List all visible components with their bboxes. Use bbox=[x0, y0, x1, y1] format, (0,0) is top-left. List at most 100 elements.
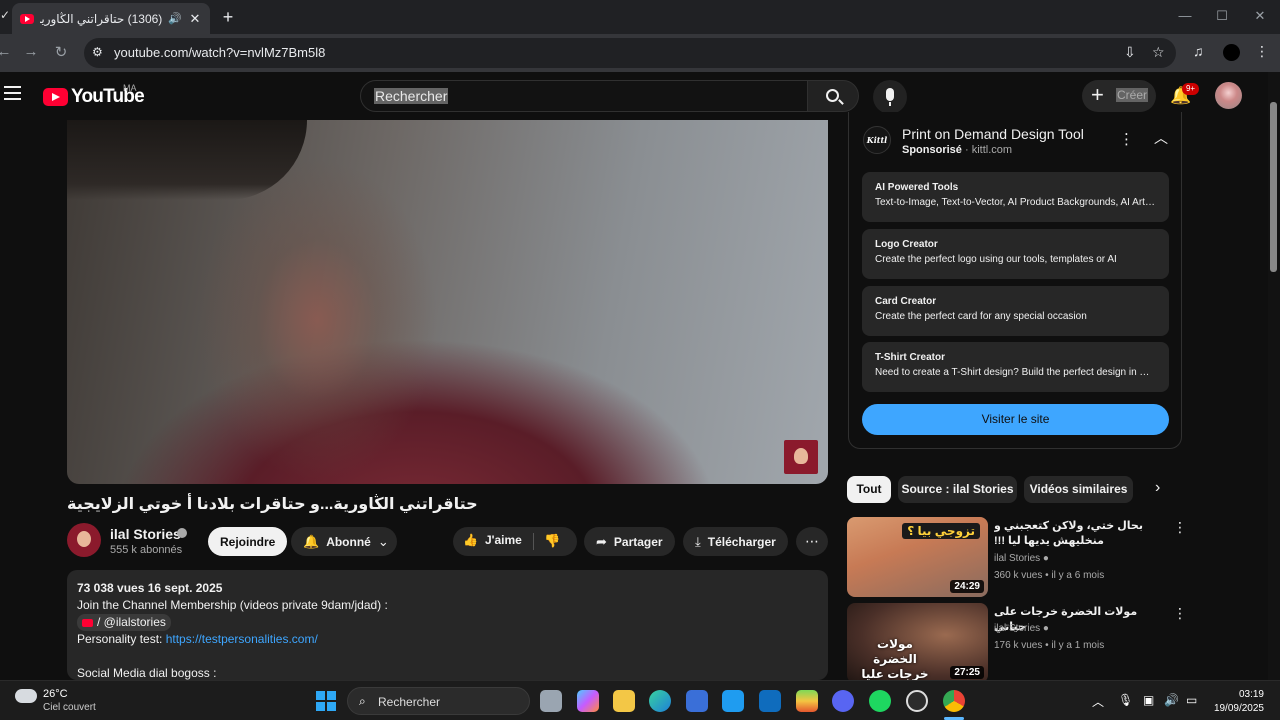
address-bar[interactable]: ⚙ youtube.com/watch?v=nvlMz7Bm5l8 ⇩ ☆ bbox=[84, 38, 1176, 68]
windows-start-icon[interactable] bbox=[316, 691, 336, 711]
personality-link[interactable]: https://testpersonalities.com/ bbox=[166, 632, 318, 646]
chip-all[interactable]: Tout bbox=[847, 476, 891, 503]
advertiser-logo[interactable]: Kittl bbox=[863, 126, 891, 154]
chrome-icon[interactable] bbox=[943, 690, 965, 712]
ad-card[interactable]: Card Creator Create the perfect card for… bbox=[862, 286, 1169, 336]
ad-title[interactable]: Print on Demand Design Tool bbox=[902, 126, 1084, 142]
related-video-meta: 176 k vues • il y a 1 mois bbox=[994, 640, 1105, 651]
more-actions-icon[interactable]: ⋯ bbox=[796, 527, 828, 556]
chevron-up-icon[interactable]: ︿ bbox=[1154, 128, 1168, 148]
share-button[interactable]: ➦ Partager bbox=[584, 527, 675, 556]
chrome-menu-icon[interactable]: ⋮ bbox=[1255, 43, 1269, 60]
verified-badge-icon: ● bbox=[1042, 553, 1049, 564]
voice-search-button[interactable] bbox=[873, 80, 907, 114]
video-more-icon[interactable]: ⋮ bbox=[1173, 605, 1187, 622]
share-label: Partager bbox=[613, 534, 663, 549]
download-button[interactable]: ⤓ Télécharger bbox=[683, 527, 788, 556]
new-tab-button[interactable]: + bbox=[218, 7, 238, 28]
video-thumbnail[interactable]: مولات الخضرة خرجات عليا 27:25 bbox=[847, 603, 988, 683]
related-video-item[interactable]: مولات الخضرة خرجات عليا 27:25 مولات الخض… bbox=[847, 603, 1187, 683]
system-clock[interactable]: 03:19 19/09/2025 bbox=[1212, 688, 1264, 716]
task-view-icon[interactable] bbox=[540, 690, 562, 712]
search-input[interactable]: Rechercher bbox=[360, 80, 808, 112]
browser-tab-active[interactable]: (1306) حتاقراتني الڭاورية...و حتاقرات بل… bbox=[12, 3, 210, 34]
related-channel-name[interactable]: ilal Stories ● bbox=[994, 553, 1049, 564]
video-player[interactable] bbox=[67, 120, 828, 484]
subscribed-button[interactable]: 🔔 Abonné ⌄ bbox=[291, 527, 397, 556]
volume-icon[interactable]: 🔊 bbox=[1164, 693, 1179, 707]
minimize-button[interactable]: — bbox=[1175, 8, 1195, 23]
media-control-icon[interactable]: ♫ bbox=[1193, 43, 1204, 59]
bookmark-star-icon[interactable]: ☆ bbox=[1152, 44, 1165, 61]
audio-playing-icon[interactable]: 🔊 bbox=[168, 12, 182, 25]
reload-icon[interactable]: ↻ bbox=[51, 43, 71, 61]
forward-arrow-icon[interactable]: → bbox=[21, 43, 41, 60]
related-video-title[interactable]: بحال ختي، ولاكن كتعجبني و منخليهش يديها … bbox=[994, 519, 1164, 549]
video-more-icon[interactable]: ⋮ bbox=[1173, 519, 1187, 536]
search-icon bbox=[826, 89, 839, 102]
weather-description[interactable]: Ciel couvert bbox=[43, 702, 96, 713]
thumbnail-caption: تزوجي بيا ؟ bbox=[902, 523, 980, 539]
site-info-icon[interactable]: ⚙ bbox=[92, 45, 103, 59]
thumbs-down-icon[interactable]: 👎 bbox=[544, 533, 560, 549]
tab-search-icon[interactable]: ✓ bbox=[0, 8, 10, 26]
vscode-icon[interactable] bbox=[722, 690, 744, 712]
ad-card[interactable]: AI Powered Tools Text-to-Image, Text-to-… bbox=[862, 172, 1169, 222]
edge-browser-icon[interactable] bbox=[649, 690, 671, 712]
create-label: Créer bbox=[1116, 88, 1149, 102]
ad-more-icon[interactable]: ⋮ bbox=[1119, 130, 1134, 148]
page-scrollbar[interactable] bbox=[1268, 72, 1280, 680]
install-app-icon[interactable]: ⇩ bbox=[1124, 44, 1136, 61]
store-icon[interactable] bbox=[686, 690, 708, 712]
join-button[interactable]: Rejoindre bbox=[208, 527, 288, 556]
country-code: MA bbox=[123, 83, 137, 93]
tab-title: (1306) حتاقراتني الڭاورية...و حتاقرات بل… bbox=[40, 11, 163, 26]
ad-card-title: AI Powered Tools bbox=[875, 182, 959, 193]
related-video-item[interactable]: تزوجي بيا ؟ 24:29 بحال ختي، ولاكن كتعجبن… bbox=[847, 517, 1187, 597]
channel-handle-link[interactable]: / @ilalstories bbox=[77, 614, 171, 631]
visit-site-button[interactable]: Visiter le site bbox=[862, 404, 1169, 435]
channel-avatar[interactable] bbox=[67, 523, 101, 557]
weather-cloud-icon[interactable] bbox=[15, 684, 37, 703]
temperature[interactable]: 26°C bbox=[43, 688, 68, 700]
outlook-icon[interactable] bbox=[759, 690, 781, 712]
chevron-right-icon[interactable]: › bbox=[1155, 479, 1160, 497]
create-button[interactable]: + Créer bbox=[1082, 80, 1156, 112]
video-thumbnail[interactable]: تزوجي بيا ؟ 24:29 bbox=[847, 517, 988, 597]
chip-similar-videos[interactable]: Vidéos similaires bbox=[1024, 476, 1133, 503]
window-close-button[interactable]: ✕ bbox=[1250, 8, 1270, 24]
obs-studio-icon[interactable] bbox=[906, 690, 928, 712]
related-channel-name[interactable]: ilal Stories ● bbox=[994, 623, 1049, 634]
search-button[interactable] bbox=[807, 80, 859, 112]
profile-avatar[interactable] bbox=[1223, 44, 1240, 61]
copilot-icon[interactable] bbox=[577, 690, 599, 712]
file-explorer-icon[interactable] bbox=[613, 690, 635, 712]
taskbar-search[interactable]: ⌕ Rechercher bbox=[347, 687, 530, 715]
account-avatar[interactable] bbox=[1215, 82, 1242, 109]
microphone-tray-icon[interactable]: 🎙 bbox=[1118, 693, 1133, 707]
chip-source-channel[interactable]: Source : ilal Stories bbox=[898, 476, 1017, 503]
network-icon[interactable]: ▣ bbox=[1143, 693, 1154, 707]
spotify-icon[interactable] bbox=[869, 690, 891, 712]
back-arrow-icon[interactable]: ← bbox=[0, 43, 14, 60]
bluestacks-icon[interactable] bbox=[796, 690, 818, 712]
video-frame-shadow bbox=[67, 120, 307, 200]
share-icon: ➦ bbox=[596, 533, 607, 549]
tab-close-icon[interactable]: ✕ bbox=[188, 11, 202, 27]
channel-name[interactable]: ilal Stories bbox=[110, 526, 181, 542]
battery-icon[interactable]: ▭ bbox=[1186, 693, 1197, 707]
sponsored-ad-panel: Kittl Print on Demand Design Tool Sponso… bbox=[848, 112, 1182, 449]
like-button[interactable]: 👍 J'aime bbox=[463, 533, 522, 547]
show-hidden-icons-icon[interactable]: ︿ bbox=[1092, 693, 1104, 710]
video-duration: 27:25 bbox=[950, 666, 984, 679]
ad-card[interactable]: T-Shirt Creator Need to create a T-Shirt… bbox=[862, 342, 1169, 392]
url-text[interactable]: youtube.com/watch?v=nvlMz7Bm5l8 bbox=[114, 45, 325, 60]
ad-card[interactable]: Logo Creator Create the perfect logo usi… bbox=[862, 229, 1169, 279]
description-box[interactable]: 73 038 vues 16 sept. 2025 Join the Chann… bbox=[67, 570, 828, 680]
maximize-button[interactable]: ☐ bbox=[1212, 8, 1232, 24]
thumbnail-caption: مولات الخضرة خرجات عليا bbox=[861, 637, 929, 681]
discord-icon[interactable] bbox=[832, 690, 854, 712]
menu-icon[interactable] bbox=[4, 86, 21, 100]
scrollbar-thumb[interactable] bbox=[1270, 102, 1277, 272]
channel-watermark[interactable] bbox=[784, 440, 818, 474]
